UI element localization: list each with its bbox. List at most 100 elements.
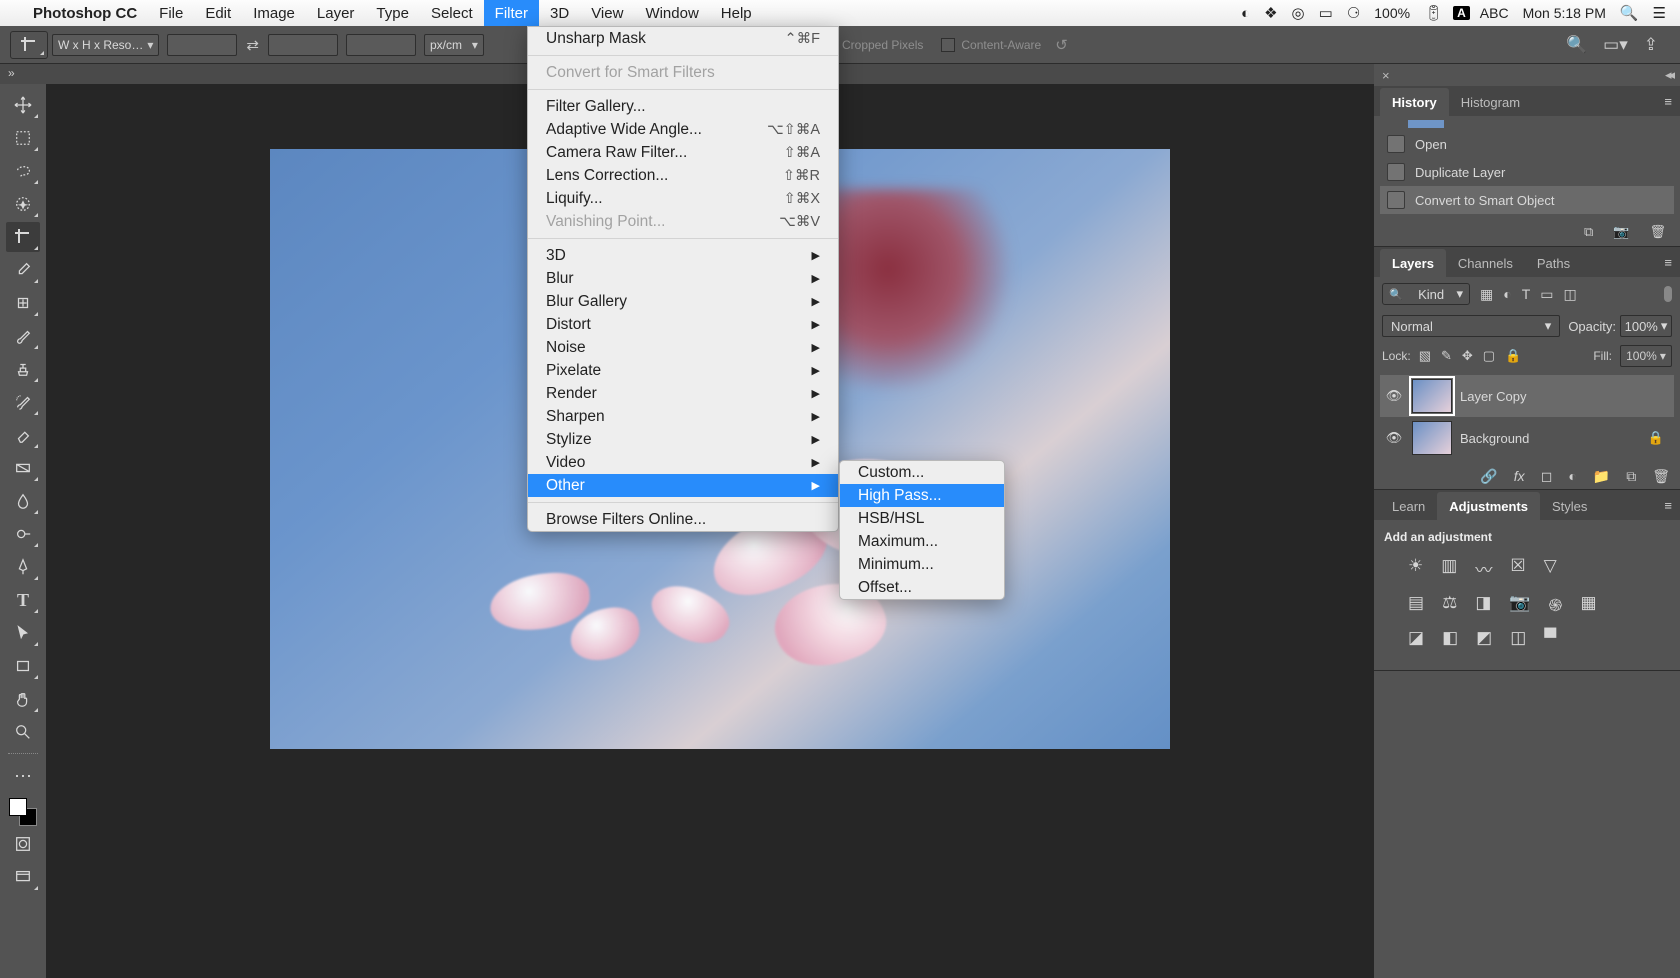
adj-balance-icon[interactable]: ⚖ bbox=[1442, 593, 1457, 616]
mi-other[interactable]: Other▶ bbox=[528, 474, 838, 497]
mi-adaptive-wide[interactable]: Adaptive Wide Angle...⌥⇧⌘A bbox=[528, 118, 838, 141]
mi-lens-correction[interactable]: Lens Correction...⇧⌘R bbox=[528, 164, 838, 187]
filter-type-icon[interactable]: T bbox=[1522, 286, 1531, 303]
menu-type[interactable]: Type bbox=[365, 0, 420, 26]
mi-noise[interactable]: Noise▶ bbox=[528, 336, 838, 359]
quick-mask-toggle[interactable] bbox=[6, 829, 40, 859]
app-menu[interactable]: Photoshop CC bbox=[22, 0, 148, 26]
mi-blur[interactable]: Blur▶ bbox=[528, 267, 838, 290]
adj-photo-filter-icon[interactable]: 📷 bbox=[1509, 593, 1530, 616]
menu-3d[interactable]: 3D bbox=[539, 0, 580, 26]
pen-tool[interactable] bbox=[6, 552, 40, 582]
filter-shape-icon[interactable]: ▭ bbox=[1540, 286, 1553, 303]
workspace-switcher-icon[interactable]: ▭▾ bbox=[1603, 35, 1628, 55]
menu-view[interactable]: View bbox=[580, 0, 634, 26]
history-state[interactable]: Convert to Smart Object bbox=[1380, 186, 1674, 214]
visibility-icon[interactable]: 👁 bbox=[1384, 388, 1404, 404]
lock-transparency-icon[interactable]: ▧ bbox=[1419, 348, 1431, 364]
adj-lut-icon[interactable]: ▦ bbox=[1580, 593, 1596, 616]
mi-video[interactable]: Video▶ bbox=[528, 451, 838, 474]
delete-layer-icon[interactable]: 🗑 bbox=[1652, 468, 1670, 485]
adj-posterize-icon[interactable]: ◧ bbox=[1442, 628, 1458, 648]
history-state[interactable]: Duplicate Layer bbox=[1380, 158, 1674, 186]
mi-distort[interactable]: Distort▶ bbox=[528, 313, 838, 336]
eyedropper-tool[interactable] bbox=[6, 255, 40, 285]
lock-artboard-icon[interactable]: ▢ bbox=[1483, 348, 1495, 364]
layer-row[interactable]: 👁 Background 🔒 bbox=[1380, 417, 1674, 459]
menu-image[interactable]: Image bbox=[242, 0, 306, 26]
mi-render[interactable]: Render▶ bbox=[528, 382, 838, 405]
cc-icon[interactable]: ◎ bbox=[1288, 4, 1309, 22]
panel-menu-icon[interactable]: ≡ bbox=[1664, 498, 1672, 513]
marquee-tool[interactable] bbox=[6, 123, 40, 153]
type-tool[interactable]: T bbox=[6, 585, 40, 615]
clone-stamp-tool[interactable] bbox=[6, 354, 40, 384]
fx-icon[interactable]: fx bbox=[1514, 468, 1525, 484]
current-tool-chip[interactable] bbox=[10, 31, 48, 59]
menu-extras-icon[interactable]: ☰ bbox=[1649, 4, 1670, 22]
menu-file[interactable]: File bbox=[148, 0, 194, 26]
adj-brightness-icon[interactable]: ☀ bbox=[1408, 556, 1423, 581]
share-icon[interactable]: ⇪ bbox=[1644, 35, 1658, 55]
mi-liquify[interactable]: Liquify...⇧⌘X bbox=[528, 187, 838, 210]
edit-toolbar[interactable]: ⋯ bbox=[6, 761, 40, 791]
menu-edit[interactable]: Edit bbox=[194, 0, 242, 26]
mi-minimum[interactable]: Minimum... bbox=[840, 553, 1004, 576]
adj-bw-icon[interactable]: ◨ bbox=[1475, 593, 1491, 616]
mi-blur-gallery[interactable]: Blur Gallery▶ bbox=[528, 290, 838, 313]
blur-tool[interactable] bbox=[6, 486, 40, 516]
mi-3d[interactable]: 3D▶ bbox=[528, 244, 838, 267]
mi-maximum[interactable]: Maximum... bbox=[840, 530, 1004, 553]
crop-res-field[interactable] bbox=[346, 34, 416, 56]
adj-levels-icon[interactable]: ▥ bbox=[1441, 556, 1457, 581]
brush-tool[interactable] bbox=[6, 321, 40, 351]
mi-offset[interactable]: Offset... bbox=[840, 576, 1004, 599]
clock[interactable]: Mon 5:18 PM bbox=[1519, 5, 1610, 21]
doc-tab-overflow-icon[interactable]: » bbox=[8, 66, 15, 80]
move-tool[interactable] bbox=[6, 90, 40, 120]
tab-learn[interactable]: Learn bbox=[1380, 492, 1437, 520]
mi-camera-raw[interactable]: Camera Raw Filter...⇧⌘A bbox=[528, 141, 838, 164]
panel-collapse-icon[interactable]: ◂◂ bbox=[1665, 67, 1672, 83]
adj-hue-icon[interactable]: ▤ bbox=[1408, 593, 1424, 616]
new-layer-icon[interactable]: ⧉ bbox=[1626, 468, 1636, 485]
dropbox-icon[interactable]: ❖ bbox=[1260, 4, 1281, 22]
adj-exposure-icon[interactable]: ☒ bbox=[1510, 556, 1525, 581]
ratio-preset-combo[interactable]: W x H x Reso… bbox=[52, 34, 159, 56]
menu-filter[interactable]: Filter bbox=[484, 0, 539, 26]
opacity-field[interactable]: 100% bbox=[1620, 315, 1672, 337]
tab-layers[interactable]: Layers bbox=[1380, 249, 1446, 277]
mi-last-filter[interactable]: Unsharp Mask⌃⌘F bbox=[528, 27, 838, 50]
hand-tool[interactable] bbox=[6, 684, 40, 714]
screen-mode[interactable] bbox=[6, 862, 40, 892]
mi-hsb-hsl[interactable]: HSB/HSL bbox=[840, 507, 1004, 530]
battery-icon[interactable]: 🔋︎ bbox=[1420, 4, 1447, 22]
adj-invert-icon[interactable]: ◪ bbox=[1408, 628, 1424, 648]
tab-history[interactable]: History bbox=[1380, 88, 1449, 116]
visibility-icon[interactable]: 👁 bbox=[1384, 430, 1404, 446]
mi-high-pass[interactable]: High Pass... bbox=[840, 484, 1004, 507]
quick-select-tool[interactable] bbox=[6, 189, 40, 219]
layer-thumb[interactable] bbox=[1412, 421, 1452, 455]
filter-pixel-icon[interactable]: ▦ bbox=[1480, 286, 1493, 303]
adjustment-layer-icon[interactable]: ◐ bbox=[1568, 468, 1576, 484]
tab-styles[interactable]: Styles bbox=[1540, 492, 1599, 520]
adj-threshold-icon[interactable]: ◩ bbox=[1476, 628, 1492, 648]
lasso-tool[interactable] bbox=[6, 156, 40, 186]
lock-all-icon[interactable]: 🔒 bbox=[1505, 348, 1521, 364]
healing-brush-tool[interactable] bbox=[6, 288, 40, 318]
menu-layer[interactable]: Layer bbox=[306, 0, 366, 26]
menu-window[interactable]: Window bbox=[634, 0, 709, 26]
panel-menu-icon[interactable]: ≡ bbox=[1664, 255, 1672, 270]
adj-curves-icon[interactable]: 〰 bbox=[1475, 556, 1492, 581]
mi-browse-online[interactable]: Browse Filters Online... bbox=[528, 508, 838, 531]
mi-stylize[interactable]: Stylize▶ bbox=[528, 428, 838, 451]
zoom-tool[interactable] bbox=[6, 717, 40, 747]
input-source-badge[interactable]: A bbox=[1453, 6, 1470, 20]
apple-menu[interactable] bbox=[0, 0, 22, 26]
layer-thumb[interactable] bbox=[1412, 379, 1452, 413]
search-icon[interactable]: 🔍 bbox=[1566, 35, 1587, 55]
layer-row[interactable]: 👁 Layer Copy bbox=[1380, 375, 1674, 417]
spotlight-icon[interactable]: 🔍 bbox=[1616, 4, 1643, 22]
dnd-icon[interactable]: ◐ bbox=[1237, 5, 1254, 22]
